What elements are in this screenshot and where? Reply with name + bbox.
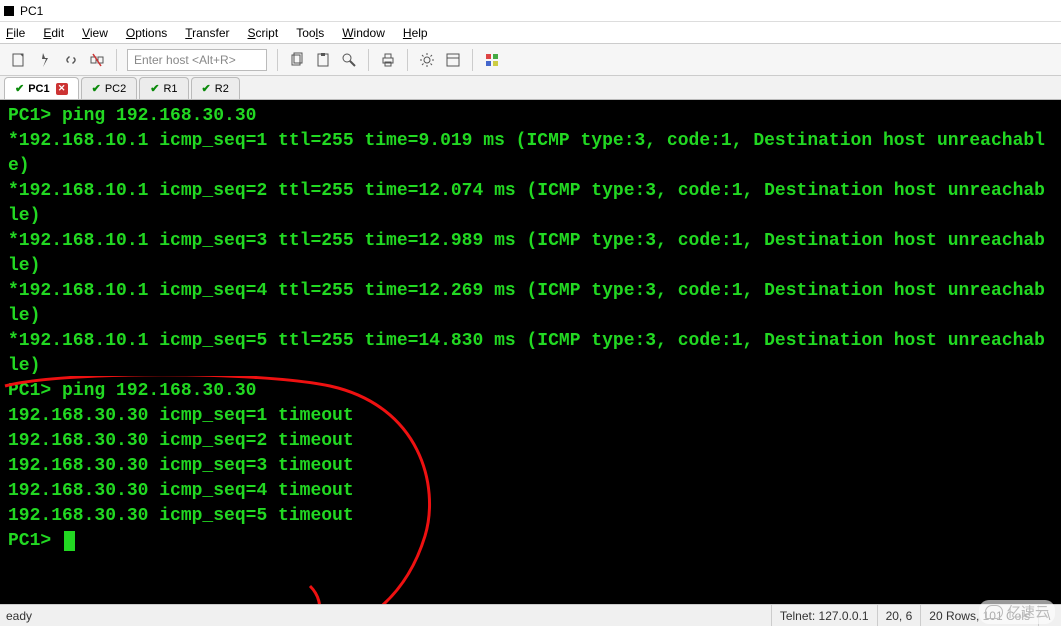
menu-transfer[interactable]: Transfer	[185, 26, 229, 40]
terminal-line: 192.168.30.30 icmp_seq=4 timeout	[8, 479, 1053, 504]
terminal-line: PC1> ping 192.168.30.30	[8, 104, 1053, 129]
tab-pc1[interactable]: ✔ PC1 ✕	[4, 77, 79, 99]
terminal-line: *192.168.10.1 icmp_seq=2 ttl=255 time=12…	[8, 179, 1053, 229]
tab-label: PC2	[105, 83, 126, 95]
copy-button[interactable]	[285, 48, 309, 72]
link-button[interactable]	[59, 48, 83, 72]
terminal[interactable]: PC1> ping 192.168.30.30*192.168.10.1 icm…	[0, 100, 1061, 604]
tab-r2[interactable]: ✔ R2	[191, 77, 240, 99]
status-cursor-pos: 20, 6	[877, 605, 921, 626]
menu-options[interactable]: Options	[126, 26, 167, 40]
menu-file[interactable]: File	[6, 26, 25, 40]
app-icon	[4, 6, 14, 16]
menu-edit[interactable]: Edit	[43, 26, 64, 40]
status-size: 20 Rows, 101 Cols	[920, 605, 1038, 626]
cursor	[64, 531, 75, 551]
menu-bar: File Edit View Options Transfer Script T…	[0, 22, 1061, 44]
tab-label: R2	[215, 83, 229, 95]
check-icon: ✔	[202, 82, 211, 95]
tab-label: PC1	[28, 83, 49, 95]
terminal-line: *192.168.10.1 icmp_seq=5 ttl=255 time=14…	[8, 329, 1053, 379]
menu-view[interactable]: View	[82, 26, 108, 40]
tab-label: R1	[163, 83, 177, 95]
terminal-line: 192.168.30.30 icmp_seq=1 timeout	[8, 404, 1053, 429]
menu-script[interactable]: Script	[248, 26, 279, 40]
terminal-line: 192.168.30.30 icmp_seq=2 timeout	[8, 429, 1053, 454]
title-bar: PC1	[0, 0, 1061, 22]
status-ready: eady	[6, 609, 32, 623]
check-icon: ✔	[15, 82, 24, 95]
menu-tools[interactable]: Tools	[296, 26, 324, 40]
session-options-button[interactable]	[441, 48, 465, 72]
print-button[interactable]	[376, 48, 400, 72]
close-tab-button[interactable]: ✕	[56, 83, 68, 95]
terminal-line: 192.168.30.30 icmp_seq=3 timeout	[8, 454, 1053, 479]
menu-window[interactable]: Window	[342, 26, 385, 40]
terminal-line: *192.168.10.1 icmp_seq=4 ttl=255 time=12…	[8, 279, 1053, 329]
settings-button[interactable]	[415, 48, 439, 72]
tab-r1[interactable]: ✔ R1	[139, 77, 188, 99]
disconnect-button[interactable]	[85, 48, 109, 72]
find-button[interactable]	[337, 48, 361, 72]
tab-pc2[interactable]: ✔ PC2	[81, 77, 138, 99]
terminal-line: *192.168.10.1 icmp_seq=1 ttl=255 time=9.…	[8, 129, 1053, 179]
toolbar: Enter host <Alt+R>	[0, 44, 1061, 76]
tile-windows-button[interactable]	[480, 48, 504, 72]
terminal-line: *192.168.10.1 icmp_seq=3 ttl=255 time=12…	[8, 229, 1053, 279]
status-connection: Telnet: 127.0.0.1	[771, 605, 877, 626]
window-title: PC1	[20, 4, 43, 18]
paste-button[interactable]	[311, 48, 335, 72]
new-session-button[interactable]	[7, 48, 31, 72]
check-icon: ✔	[92, 82, 101, 95]
check-icon: ✔	[150, 82, 159, 95]
terminal-line: 192.168.30.30 icmp_seq=5 timeout	[8, 504, 1053, 529]
status-bar: eady Telnet: 127.0.0.1 20, 6 20 Rows, 10…	[0, 604, 1061, 626]
tab-bar: ✔ PC1 ✕ ✔ PC2 ✔ R1 ✔ R2	[0, 76, 1061, 100]
host-placeholder: Enter host <Alt+R>	[134, 53, 236, 67]
terminal-line: PC1>	[8, 529, 1053, 554]
terminal-line: PC1> ping 192.168.30.30	[8, 379, 1053, 404]
menu-help[interactable]: Help	[403, 26, 428, 40]
quick-connect-button[interactable]	[33, 48, 57, 72]
host-input[interactable]: Enter host <Alt+R>	[127, 49, 267, 71]
